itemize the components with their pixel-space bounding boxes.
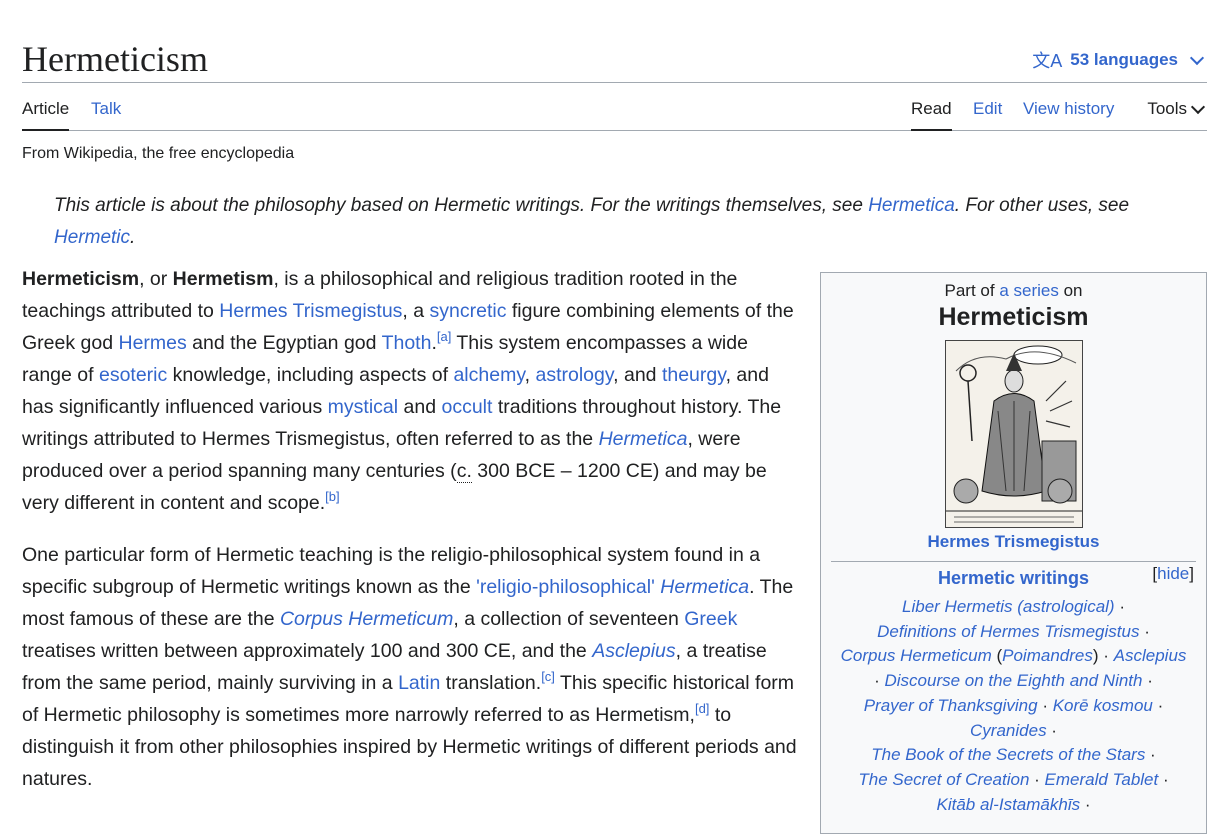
text: and the Egyptian god (186, 332, 382, 354)
hatnote: This article is about the philosophy bas… (54, 190, 1194, 254)
language-selector[interactable]: 文A 53 languages (1032, 47, 1205, 73)
link-text: Hermetica (660, 576, 750, 598)
engraving-illustration (945, 341, 1082, 527)
page-title: Hermeticism (22, 39, 208, 79)
bold-term: Hermetism (172, 268, 274, 290)
series-label: Part of a series on (821, 281, 1206, 301)
article-body: Hermeticism, or Hermetism, is a philosop… (22, 263, 802, 815)
section-title[interactable]: Hermetic writings (938, 568, 1089, 588)
list-item[interactable]: Kitāb al-Istamākhīs (936, 795, 1080, 814)
page-tabs: Article Talk Read Edit View history Tool… (22, 96, 1207, 131)
section-hermetic-writings: Hermetic writings [hide] (821, 564, 1206, 589)
link-thoth[interactable]: Thoth (382, 332, 432, 354)
link-a-series[interactable]: a series (999, 281, 1059, 300)
link-hermes-trismegistus[interactable]: Hermes Trismegistus (219, 300, 402, 322)
link-hermes[interactable]: Hermes (118, 332, 186, 354)
hatnote-text: . For other uses, see (954, 195, 1130, 216)
link-esoteric[interactable]: esoteric (99, 364, 167, 386)
link-hermetica[interactable]: Hermetica (868, 195, 955, 216)
title-divider (22, 82, 1207, 83)
link-text: 'religio-philosophical' (476, 576, 661, 598)
tab-edit[interactable]: Edit (973, 99, 1002, 129)
list-item[interactable]: Asclepius (1114, 646, 1187, 665)
link-greek[interactable]: Greek (684, 608, 737, 630)
link-hermetic[interactable]: Hermetic (54, 227, 130, 248)
language-count: 53 languages (1070, 50, 1178, 69)
text: treatises written between approximately … (22, 640, 593, 662)
list-item[interactable]: Discourse on the Eighth and Ninth (885, 671, 1143, 690)
list-item[interactable]: Prayer of Thanksgiving (864, 696, 1038, 715)
list-item[interactable]: Corpus Hermeticum (841, 646, 992, 665)
text: knowledge, including aspects of (167, 364, 454, 386)
writings-list: Liber Hermetis (astrological) · Definiti… (840, 597, 1187, 814)
site-subtitle: From Wikipedia, the free encyclopedia (22, 145, 295, 162)
text: , (524, 364, 536, 386)
hatnote-text: This article is about the philosophy bas… (54, 195, 869, 216)
link-hermetica[interactable]: Hermetica (599, 428, 688, 450)
infobox-divider (831, 561, 1196, 562)
tools-menu[interactable]: Tools (1147, 99, 1206, 119)
text: translation. (440, 672, 542, 694)
series-infobox: Part of a series on Hermeticism Hermes T… (820, 272, 1207, 834)
list-item[interactable]: The Book of the Secrets of the Stars (871, 745, 1145, 764)
hide-link[interactable]: hide (1157, 564, 1189, 583)
translate-icon: 文A (1032, 51, 1063, 71)
link-occult[interactable]: occult (441, 396, 492, 418)
text: , or (139, 268, 173, 290)
paragraph-2: One particular form of Hermetic teaching… (22, 539, 802, 795)
bold-term: Hermeticism (22, 268, 140, 290)
tools-label: Tools (1147, 99, 1187, 118)
tab-talk[interactable]: Talk (91, 99, 121, 129)
chevron-down-icon (1190, 99, 1206, 114)
text: Part of (944, 281, 1000, 300)
link-asclepius[interactable]: Asclepius (592, 640, 675, 662)
hide-toggle[interactable]: [hide] (1152, 564, 1194, 584)
circa-abbr: c. (456, 460, 472, 483)
link-latin[interactable]: Latin (398, 672, 440, 694)
link-astrology[interactable]: astrology (535, 364, 613, 386)
hermes-trismegistus-image[interactable] (944, 340, 1083, 528)
footnote-d[interactable]: [d] (695, 701, 709, 716)
list-item[interactable]: Liber Hermetis (astrological) (902, 597, 1115, 616)
link-theurgy[interactable]: theurgy (662, 364, 726, 386)
text: , a (402, 300, 430, 322)
link-mystical[interactable]: mystical (328, 396, 398, 418)
infobox-title: Hermeticism (938, 303, 1089, 331)
footnote-c[interactable]: [c] (541, 669, 555, 684)
list-item[interactable]: Poimandres (1002, 646, 1093, 665)
text: , and (613, 364, 662, 386)
footnote-a[interactable]: [a] (437, 329, 451, 344)
link-alchemy[interactable]: alchemy (453, 364, 524, 386)
caption-link-hermes-trismegistus[interactable]: Hermes Trismegistus (928, 532, 1100, 551)
hatnote-text: . (130, 227, 136, 248)
link-syncretic[interactable]: syncretic (430, 300, 507, 322)
link-corpus-hermeticum[interactable]: Corpus Hermeticum (280, 608, 453, 630)
footnote-b[interactable]: [b] (325, 489, 339, 504)
tab-read[interactable]: Read (911, 99, 952, 131)
text: , a collection of seventeen (453, 608, 685, 630)
chevron-down-icon (1189, 50, 1205, 65)
list-item[interactable]: Emerald Tablet (1045, 770, 1159, 789)
tab-view-history[interactable]: View history (1023, 99, 1114, 129)
text: and (398, 396, 442, 418)
paragraph-1: Hermeticism, or Hermetism, is a philosop… (22, 263, 802, 519)
link-religio-philosophical-hermetica[interactable]: 'religio-philosophical' Hermetica (476, 576, 749, 598)
tab-article[interactable]: Article (22, 99, 70, 131)
list-item[interactable]: Cyranides (970, 721, 1047, 740)
list-item[interactable]: Korē kosmou (1053, 696, 1153, 715)
list-item[interactable]: Definitions of Hermes Trismegistus (877, 622, 1139, 641)
list-item[interactable]: The Secret of Creation (858, 770, 1029, 789)
text: on (1058, 281, 1083, 300)
